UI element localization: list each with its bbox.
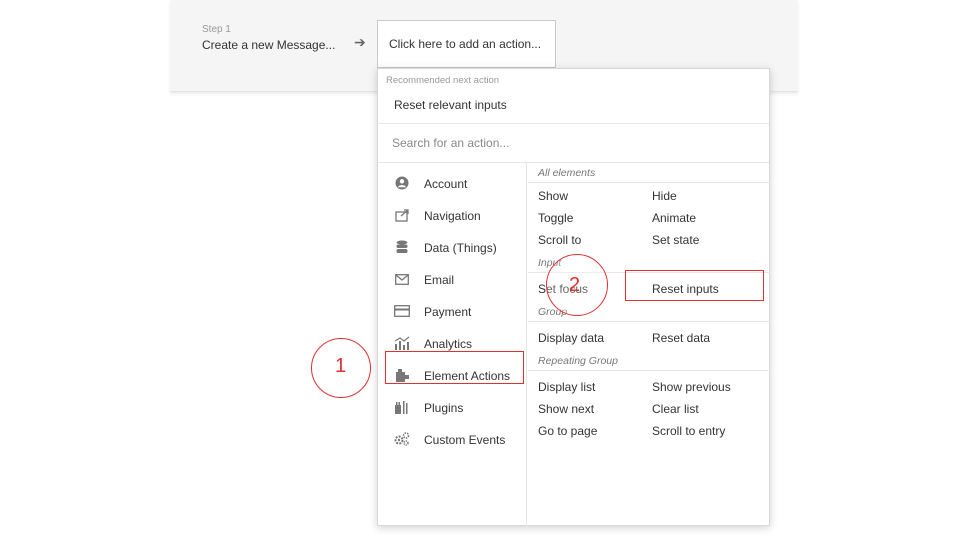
divider xyxy=(528,182,770,183)
category-plugins[interactable]: Plugins xyxy=(378,393,527,421)
action-search-input[interactable] xyxy=(392,133,752,153)
divider xyxy=(378,123,769,124)
analytics-icon xyxy=(394,335,410,351)
step-card[interactable]: Step 1 Create a new Message... xyxy=(202,24,335,52)
category-data-things[interactable]: Data (Things) xyxy=(378,233,527,261)
divider xyxy=(528,321,770,322)
action-clear-list[interactable]: Clear list xyxy=(652,402,699,416)
action-toggle[interactable]: Toggle xyxy=(538,211,573,225)
category-navigation[interactable]: Navigation xyxy=(378,201,527,229)
category-custom-events[interactable]: Custom Events xyxy=(378,425,527,453)
annotation-number-1: 1 xyxy=(335,355,347,377)
category-label: Custom Events xyxy=(424,433,506,447)
account-icon xyxy=(394,175,410,191)
category-payment[interactable]: Payment xyxy=(378,297,527,325)
custom-events-icon xyxy=(394,431,410,447)
highlight-reset-inputs xyxy=(625,270,764,301)
category-label: Data (Things) xyxy=(424,241,497,255)
database-icon xyxy=(394,239,410,255)
payment-icon xyxy=(394,303,410,319)
recommended-action-item[interactable]: Reset relevant inputs xyxy=(394,98,507,112)
action-hide[interactable]: Hide xyxy=(652,189,677,203)
action-reset-data[interactable]: Reset data xyxy=(652,331,710,345)
action-set-state[interactable]: Set state xyxy=(652,233,699,247)
category-label: Navigation xyxy=(424,209,481,223)
add-action-button[interactable]: Click here to add an action... xyxy=(377,20,556,68)
category-label: Plugins xyxy=(424,401,464,415)
category-label: Analytics xyxy=(424,337,473,351)
category-label: Email xyxy=(424,273,455,287)
category-label: Payment xyxy=(424,305,472,319)
action-scroll-to[interactable]: Scroll to xyxy=(538,233,581,247)
action-show-next[interactable]: Show next xyxy=(538,402,594,416)
action-show[interactable]: Show xyxy=(538,189,568,203)
action-animate[interactable]: Animate xyxy=(652,211,696,225)
action-go-to-page[interactable]: Go to page xyxy=(538,424,597,438)
action-display-data[interactable]: Display data xyxy=(538,331,604,345)
action-show-previous[interactable]: Show previous xyxy=(652,380,731,394)
plugins-icon xyxy=(394,399,410,415)
email-icon xyxy=(394,271,410,287)
recommended-label: Recommended next action xyxy=(386,75,500,86)
group-heading-all-elements: All elements xyxy=(538,167,596,179)
divider xyxy=(528,370,770,371)
action-scroll-to-entry[interactable]: Scroll to entry xyxy=(652,424,725,438)
step-title[interactable]: Create a new Message... xyxy=(202,38,335,52)
actions-panel: All elements Show Hide Toggle Animate Sc… xyxy=(528,163,770,526)
step-label: Step 1 xyxy=(202,24,231,35)
group-heading-repeating-group: Repeating Group xyxy=(538,355,618,367)
annotation-number-2: 2 xyxy=(569,274,581,296)
category-label: Account xyxy=(424,177,468,191)
arrow-right-icon: ➔ xyxy=(354,34,366,50)
category-account[interactable]: Account xyxy=(378,169,527,197)
highlight-element-actions xyxy=(385,351,524,384)
action-display-list[interactable]: Display list xyxy=(538,380,595,394)
category-list: Account Navigation Data (Things) Email P… xyxy=(378,163,527,526)
category-email[interactable]: Email xyxy=(378,265,527,293)
navigation-icon xyxy=(394,207,410,223)
